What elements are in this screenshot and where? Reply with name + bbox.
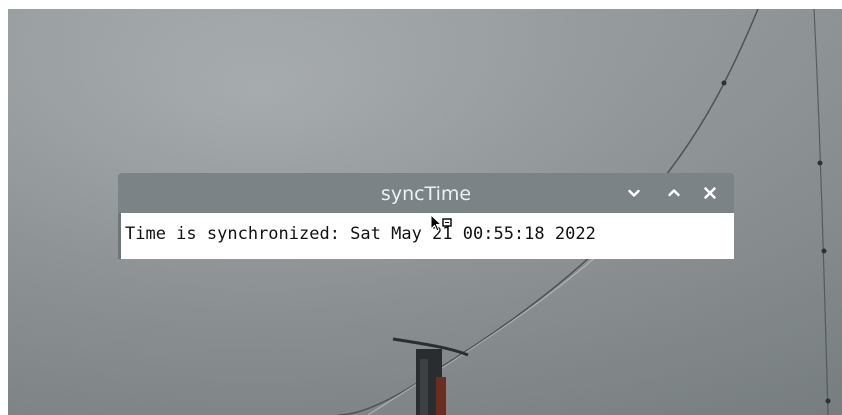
chevron-down-icon	[628, 189, 640, 197]
synctime-window: syncTime Time is synchronized: Sat May 2…	[118, 173, 734, 259]
mouse-pointer-icon	[430, 214, 452, 232]
chevron-up-icon	[668, 189, 680, 197]
maximize-button[interactable]	[666, 185, 682, 201]
window-titlebar[interactable]: syncTime	[118, 173, 734, 213]
sync-status-message: Time is synchronized: Sat May 21 00:55:1…	[125, 224, 596, 244]
close-icon	[704, 187, 716, 199]
minimize-button[interactable]	[626, 185, 642, 201]
window-content: Time is synchronized: Sat May 21 00:55:1…	[118, 213, 734, 259]
close-button[interactable]	[702, 185, 718, 201]
